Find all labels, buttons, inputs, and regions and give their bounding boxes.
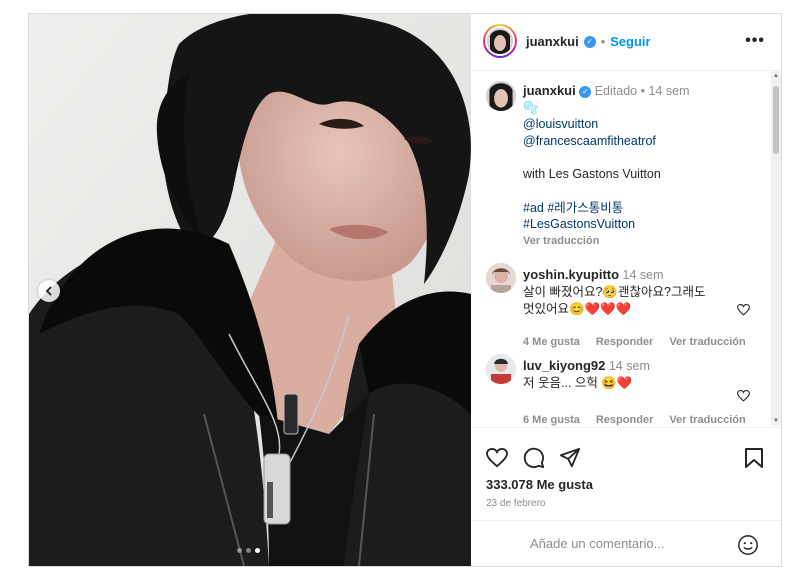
header-separator: • (600, 34, 606, 49)
verified-badge-icon: ✓ (583, 35, 596, 48)
post-photo[interactable] (29, 14, 471, 566)
like-comment-heart-icon[interactable] (737, 304, 750, 316)
caption: juanxkui ✓ Editado • 14 sem 🫧 @louisvuit… (523, 83, 763, 249)
comment-username[interactable]: yoshin.kyupitto (523, 267, 619, 282)
likes-count[interactable]: 333.078 Me gusta (486, 477, 593, 492)
comment-likes[interactable]: 4 Me gusta (523, 336, 580, 348)
share-paper-plane-icon[interactable] (559, 447, 581, 469)
caption-text: with Les Gastons Vuitton (523, 167, 661, 181)
avatar (487, 28, 513, 54)
follow-button[interactable]: Seguir (610, 34, 650, 49)
carousel-dot (237, 548, 242, 553)
chevron-left-icon (45, 286, 52, 296)
comment-bubble-icon[interactable] (523, 447, 545, 469)
save-bookmark-icon[interactable] (744, 447, 764, 469)
comments-scroll-area[interactable]: juanxkui ✓ Editado • 14 sem 🫧 @louisvuit… (472, 71, 781, 426)
comment-avatar[interactable] (486, 263, 516, 293)
caption-hashtags[interactable]: #ad #레가스통비통 (523, 200, 763, 217)
comment-text-line: 살이 빠졌어요?🥺괜찮아요?그래도 (523, 285, 706, 299)
emoji-smiley-icon[interactable] (737, 534, 759, 556)
add-comment-bar (472, 520, 781, 567)
scrollbar-thumb[interactable] (773, 86, 779, 154)
like-comment-heart-icon[interactable] (737, 390, 750, 402)
caption-separator: • (640, 84, 645, 98)
like-heart-icon[interactable] (486, 448, 508, 468)
header-username[interactable]: juanxkui (526, 34, 579, 49)
comment-input[interactable] (528, 535, 722, 552)
caption-avatar[interactable] (486, 81, 516, 111)
more-options-icon[interactable]: ••• (745, 32, 765, 50)
translate-button[interactable]: Ver traducción (669, 336, 745, 348)
post-modal: juanxkui ✓ • Seguir ••• juanxkui ✓ Edita… (28, 13, 782, 567)
caption-translate-link[interactable]: Ver traducción (523, 233, 763, 250)
comment-time: 14 sem (608, 359, 650, 373)
comment-likes[interactable]: 6 Me gusta (523, 414, 580, 426)
mention-louisvuitton[interactable]: @louisvuitton (523, 116, 763, 133)
caption-time[interactable]: 14 sem (648, 84, 689, 98)
comment-avatar[interactable] (486, 354, 516, 384)
portrait-image (29, 14, 471, 566)
edited-label: Editado (594, 84, 638, 98)
comment-text-line: 멋있어요😊❤️❤️❤️ (523, 302, 632, 316)
carousel-indicator (237, 548, 260, 553)
comment-body: yoshin.kyupitto 14 sem 살이 빠졌어요?🥺괜찮아요?그래도… (523, 266, 738, 318)
comment-body: luv_kiyong92 14 sem 저 웃음... 으헉 😆❤️ (523, 357, 738, 392)
post-side-panel: juanxkui ✓ • Seguir ••• juanxkui ✓ Edita… (472, 14, 781, 566)
comment-actions: 6 Me gusta Responder Ver traducción (523, 414, 746, 426)
verified-badge-icon: ✓ (579, 85, 592, 98)
reply-button[interactable]: Responder (596, 336, 653, 348)
story-ring-avatar[interactable] (483, 24, 517, 58)
scroll-down-arrow-icon[interactable]: ▼ (773, 418, 779, 424)
previous-slide-button[interactable] (38, 280, 60, 302)
comment-time: 14 sem (622, 268, 664, 282)
translate-button[interactable]: Ver traducción (669, 414, 745, 426)
caption-username[interactable]: juanxkui (523, 83, 576, 98)
scroll-up-arrow-icon[interactable]: ▲ (773, 73, 779, 79)
comment-actions: 4 Me gusta Responder Ver traducción (523, 336, 746, 348)
caption-emoji: 🫧 (523, 100, 539, 115)
caption-hashtag-lesgastons[interactable]: #LesGastonsVuitton (523, 216, 763, 233)
comment-username[interactable]: luv_kiyong92 (523, 358, 605, 373)
carousel-dot-active (255, 548, 260, 553)
mention-francesca[interactable]: @francescaamfitheatrof (523, 133, 763, 150)
reply-button[interactable]: Responder (596, 414, 653, 426)
carousel-dot (246, 548, 251, 553)
post-date[interactable]: 23 de febrero (486, 498, 546, 509)
post-header: juanxkui ✓ • Seguir ••• (472, 14, 781, 71)
scrollbar[interactable]: ▲ ▼ (771, 71, 781, 426)
comment-text-line: 저 웃음... 으헉 😆❤️ (523, 376, 633, 390)
